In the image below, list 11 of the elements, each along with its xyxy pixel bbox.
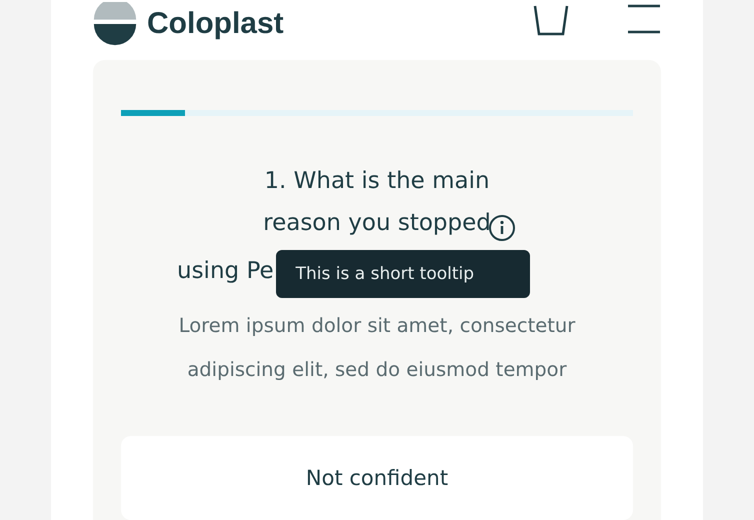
question-text: using Pe	[177, 257, 274, 286]
question-text: reason you stopped	[263, 209, 491, 238]
tooltip: This is a short tooltip	[276, 250, 530, 298]
question-text: 1. What is the main	[264, 167, 490, 196]
cart-icon[interactable]	[533, 4, 569, 36]
logo-icon	[93, 2, 137, 46]
answer-option[interactable]: Not confident	[121, 436, 633, 520]
description-text: Lorem ipsum dolor sit amet, consectetur adipiscing elit, sed do eiusmod tempor	[178, 313, 576, 383]
logo-text: Coloplast	[147, 7, 284, 41]
info-icon[interactable]	[488, 214, 516, 242]
menu-icon[interactable]	[627, 4, 661, 36]
